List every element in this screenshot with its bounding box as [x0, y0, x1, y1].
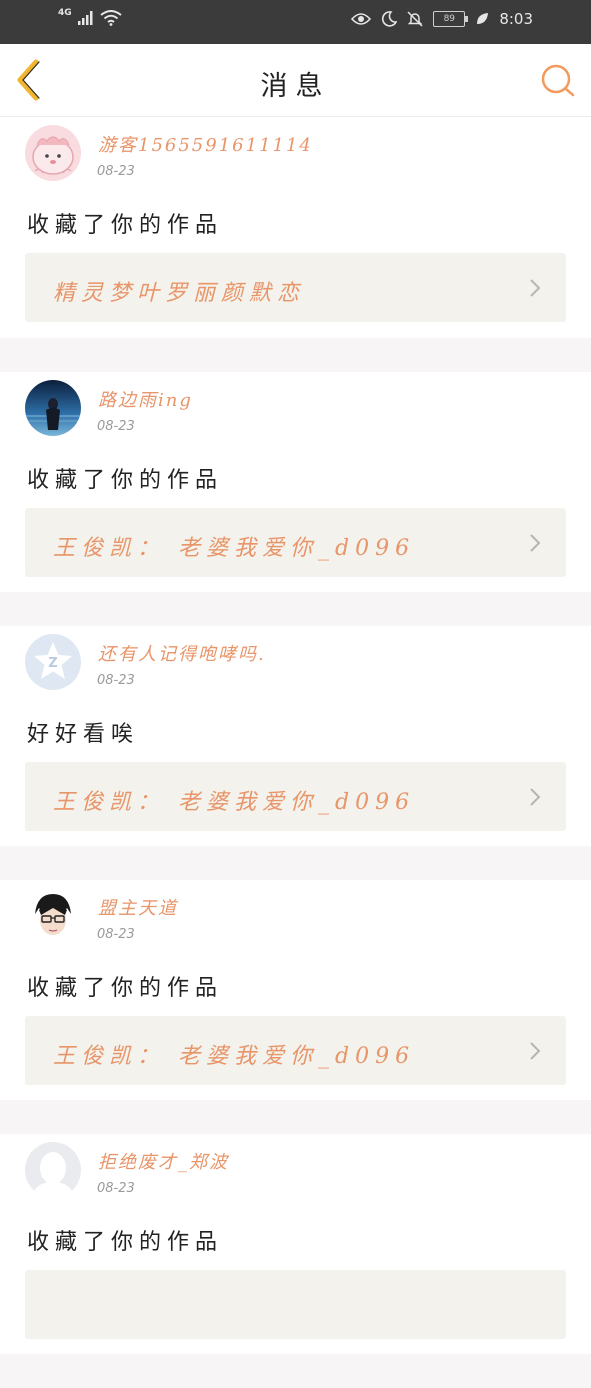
- avatar[interactable]: [25, 888, 81, 944]
- wifi-icon: [100, 10, 122, 26]
- svg-text:Z: Z: [48, 656, 57, 671]
- moon-icon: [382, 11, 398, 27]
- username[interactable]: 路边雨ing: [98, 386, 193, 412]
- status-bar: 4G 89 8:03: [0, 0, 591, 44]
- avatar[interactable]: Z: [25, 634, 81, 690]
- status-time: 8:03: [499, 10, 533, 28]
- message-date: 08-23: [97, 164, 135, 179]
- chevron-right-icon: [530, 534, 541, 552]
- top-bar: 消息: [0, 44, 591, 117]
- message-date: 08-23: [97, 419, 135, 434]
- chevron-right-icon: [530, 788, 541, 806]
- message-date: 08-23: [97, 927, 135, 942]
- work-link[interactable]: 精灵梦叶罗丽颜默恋: [25, 253, 566, 322]
- username[interactable]: 拒绝废才_郑波: [98, 1148, 229, 1174]
- search-button[interactable]: [539, 62, 577, 100]
- message-date: 08-23: [97, 1181, 135, 1196]
- message-list[interactable]: 游客1565591611114 08-23 收藏了你的作品 精灵梦叶罗丽颜默恋: [0, 117, 591, 1388]
- work-link[interactable]: [25, 1270, 566, 1339]
- work-link[interactable]: 王俊凯： 老婆我爱你_d096: [25, 762, 566, 831]
- work-link[interactable]: 王俊凯： 老婆我爱你_d096: [25, 508, 566, 577]
- avatar[interactable]: [25, 380, 81, 436]
- mute-bell-icon: [407, 11, 423, 27]
- eye-icon: [351, 13, 372, 25]
- signal-icon: [77, 11, 93, 25]
- username[interactable]: 游客1565591611114: [98, 131, 313, 157]
- message-card: 拒绝废才_郑波 08-23 收藏了你的作品: [0, 1134, 591, 1354]
- message-text: 收藏了你的作品: [27, 976, 224, 1001]
- message-card: 盟主天道 08-23 收藏了你的作品 王俊凯： 老婆我爱你_d096: [0, 880, 591, 1100]
- work-title: 精灵梦叶罗丽颜默恋: [53, 281, 306, 306]
- search-icon: [541, 64, 575, 97]
- message-text: 收藏了你的作品: [27, 468, 224, 493]
- network-type: 4G: [58, 8, 72, 18]
- username[interactable]: 还有人记得咆哮吗.: [98, 640, 266, 666]
- leaf-icon: [477, 13, 489, 24]
- message-card: 游客1565591611114 08-23 收藏了你的作品 精灵梦叶罗丽颜默恋: [0, 117, 591, 338]
- message-text: 收藏了你的作品: [27, 213, 224, 238]
- message-card: Z 还有人记得咆哮吗. 08-23 好好看唉 王俊凯： 老婆我爱你_d096: [0, 626, 591, 846]
- chevron-right-icon: [530, 279, 541, 297]
- battery-indicator: 89: [433, 11, 469, 27]
- username[interactable]: 盟主天道: [98, 894, 178, 920]
- message-text: 好好看唉: [27, 722, 140, 747]
- message-text: 收藏了你的作品: [27, 1230, 224, 1255]
- avatar[interactable]: [25, 1142, 81, 1198]
- message-card: 路边雨ing 08-23 收藏了你的作品 王俊凯： 老婆我爱你_d096: [0, 372, 591, 592]
- chevron-right-icon: [530, 1042, 541, 1060]
- page-title: 消息: [260, 71, 331, 102]
- work-title: 王俊凯： 老婆我爱你_d096: [53, 790, 416, 815]
- message-date: 08-23: [97, 673, 135, 688]
- work-title: 王俊凯： 老婆我爱你_d096: [53, 1044, 416, 1069]
- avatar[interactable]: [25, 125, 81, 181]
- work-title: 王俊凯： 老婆我爱你_d096: [53, 536, 416, 561]
- work-link[interactable]: 王俊凯： 老婆我爱你_d096: [25, 1016, 566, 1085]
